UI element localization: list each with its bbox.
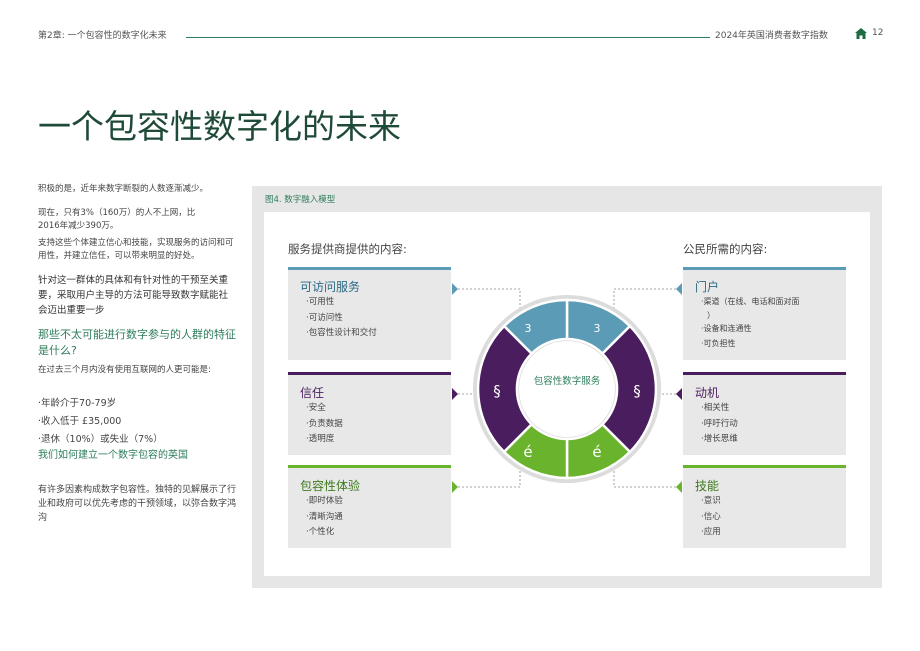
segment-glyph: é	[592, 443, 601, 461]
segment-glyph: §	[493, 382, 501, 400]
arrow-marker	[676, 481, 682, 493]
model-diagram: 包容性数字服务 3 3 § § é é	[452, 283, 682, 493]
segment-glyph: é	[523, 443, 532, 461]
segment-glyph: 3	[594, 322, 601, 335]
arrow-marker	[452, 388, 458, 400]
arrow-marker	[676, 388, 682, 400]
center-label: 包容性数字服务	[534, 375, 601, 387]
ring-center	[519, 341, 615, 437]
arrow-marker	[452, 481, 458, 493]
arrow-marker	[676, 283, 682, 295]
segment-glyph: 3	[525, 322, 532, 335]
segment-glyph: §	[633, 382, 641, 400]
arrow-marker	[452, 283, 458, 295]
